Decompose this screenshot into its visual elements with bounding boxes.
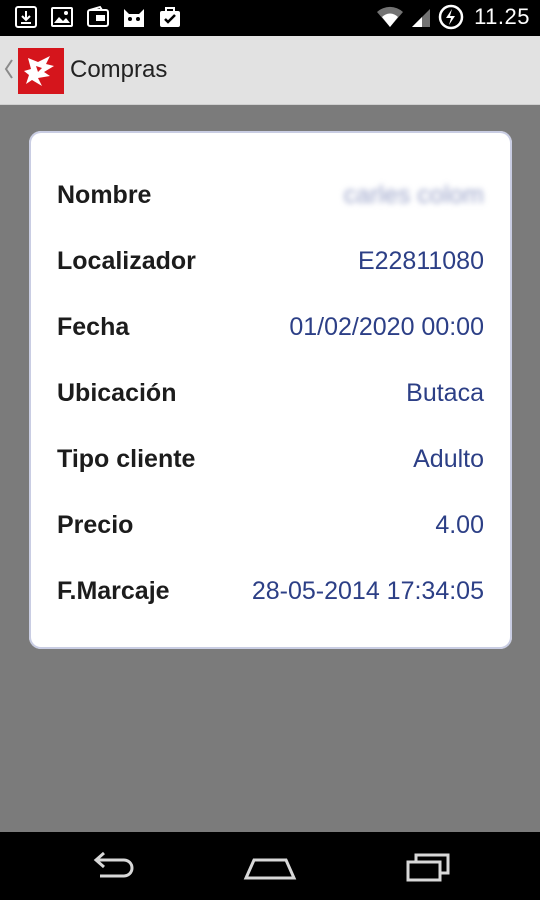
home-icon (243, 858, 297, 880)
detail-row-precio: Precio 4.00 (29, 505, 512, 545)
detail-row-tipo-cliente: Tipo cliente Adulto (29, 439, 512, 479)
notification-icons (14, 5, 182, 29)
detail-row-fecha: Fecha 01/02/2020 00:00 (29, 307, 512, 347)
action-bar: Compras (0, 36, 540, 105)
detail-label: F.Marcaje (57, 577, 170, 605)
navigation-bar (0, 832, 540, 900)
detail-label: Ubicación (57, 379, 177, 407)
back-icon (93, 851, 134, 878)
detail-value: Adulto (413, 445, 484, 473)
download-icon (14, 5, 38, 29)
bag-check-icon (158, 5, 182, 29)
detail-value: 01/02/2020 00:00 (289, 313, 484, 341)
up-navigation-icon[interactable] (4, 58, 14, 85)
signal-icon (410, 5, 432, 29)
detail-row-f-marcaje: F.Marcaje 28-05-2014 17:34:05 (29, 571, 512, 611)
detail-label: Fecha (57, 313, 130, 341)
detail-value: E22811080 (357, 247, 484, 275)
image-icon (50, 5, 74, 29)
back-button[interactable] (84, 846, 144, 886)
home-button[interactable] (240, 846, 300, 886)
detail-row-localizador: Localizador E22811080 (29, 241, 512, 281)
detail-label: Precio (57, 511, 134, 539)
battery-charging-icon (438, 4, 464, 30)
detail-row-nombre: Nombre carles colom (29, 175, 512, 215)
purchase-details-card: Nombre carles colom Localizador E2281108… (29, 131, 512, 649)
status-clock: 11.25 (474, 4, 530, 29)
screen-title: Compras (70, 56, 168, 83)
app-logo[interactable] (18, 48, 64, 94)
wifi-icon (376, 5, 404, 29)
detail-label: Nombre (57, 181, 152, 209)
detail-row-ubicacion: Ubicación Butaca (29, 373, 512, 413)
detail-value: 4.00 (435, 511, 484, 539)
detail-label: Tipo cliente (57, 445, 196, 473)
recents-icon (406, 853, 450, 882)
detail-value: Butaca (406, 379, 484, 407)
detail-value: carles colom (343, 181, 484, 209)
dragon-logo-icon (24, 56, 54, 86)
detail-label: Localizador (57, 247, 196, 275)
detail-value: 28-05-2014 17:34:05 (251, 577, 484, 605)
cat-icon (122, 5, 146, 29)
wallet-icon (86, 5, 110, 29)
status-bar: 11.25 (0, 0, 540, 36)
recents-button[interactable] (398, 846, 458, 886)
system-icons: 11.25 (376, 4, 530, 30)
